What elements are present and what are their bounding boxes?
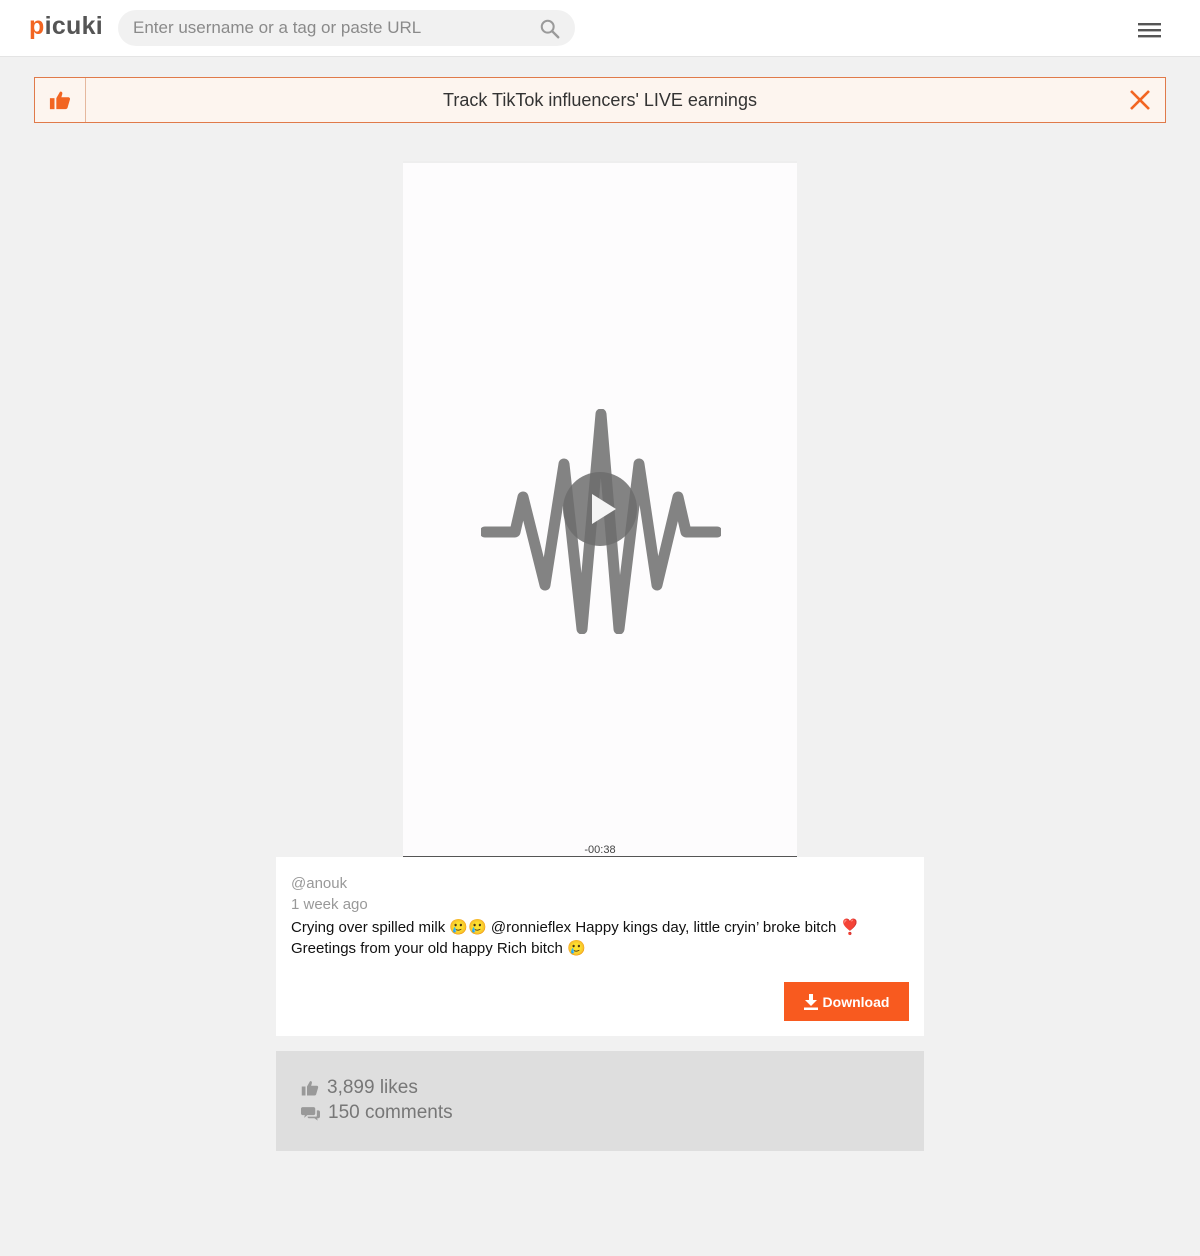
logo-p: p — [29, 12, 45, 40]
download-icon — [803, 993, 818, 1010]
download-label: Download — [822, 993, 890, 1010]
logo[interactable]: picuki — [29, 12, 103, 41]
likes-text: 3,899 likes — [327, 1077, 418, 1098]
download-button[interactable]: Download — [784, 982, 909, 1021]
comments-text: 150 comments — [328, 1102, 453, 1123]
post-username[interactable]: @anouk — [291, 875, 347, 892]
post-caption: Crying over spilled milk 🥲🥲 @ronnieflex … — [291, 919, 860, 957]
video-player[interactable]: -00:38 — [403, 161, 797, 857]
play-icon[interactable] — [562, 471, 638, 547]
top-bar: picuki — [0, 0, 1200, 57]
search-input[interactable] — [133, 10, 533, 46]
comments-count[interactable]: 150 comments — [301, 1102, 453, 1124]
likes-count: 3,899 likes — [301, 1077, 418, 1099]
post-time: 1 week ago — [291, 896, 368, 913]
post-info: @anouk 1 week ago Crying over spilled mi… — [276, 857, 924, 1036]
promo-banner[interactable]: Track TikTok influencers' LIVE earnings — [34, 77, 1166, 123]
video-remaining-time: -00:38 — [584, 844, 616, 856]
banner-icon-box — [35, 78, 86, 122]
thumbs-up-icon — [49, 91, 71, 110]
hamburger-menu-icon[interactable] — [1137, 20, 1163, 40]
logo-rest: icuki — [44, 12, 104, 40]
post-stats: 3,899 likes 150 comments — [276, 1051, 924, 1151]
close-icon[interactable] — [1129, 89, 1151, 111]
search-bar — [118, 10, 575, 46]
comments-icon — [301, 1106, 320, 1121]
thumbs-up-icon — [301, 1081, 319, 1096]
search-icon[interactable] — [539, 18, 561, 40]
banner-text[interactable]: Track TikTok influencers' LIVE earnings — [86, 78, 1114, 122]
